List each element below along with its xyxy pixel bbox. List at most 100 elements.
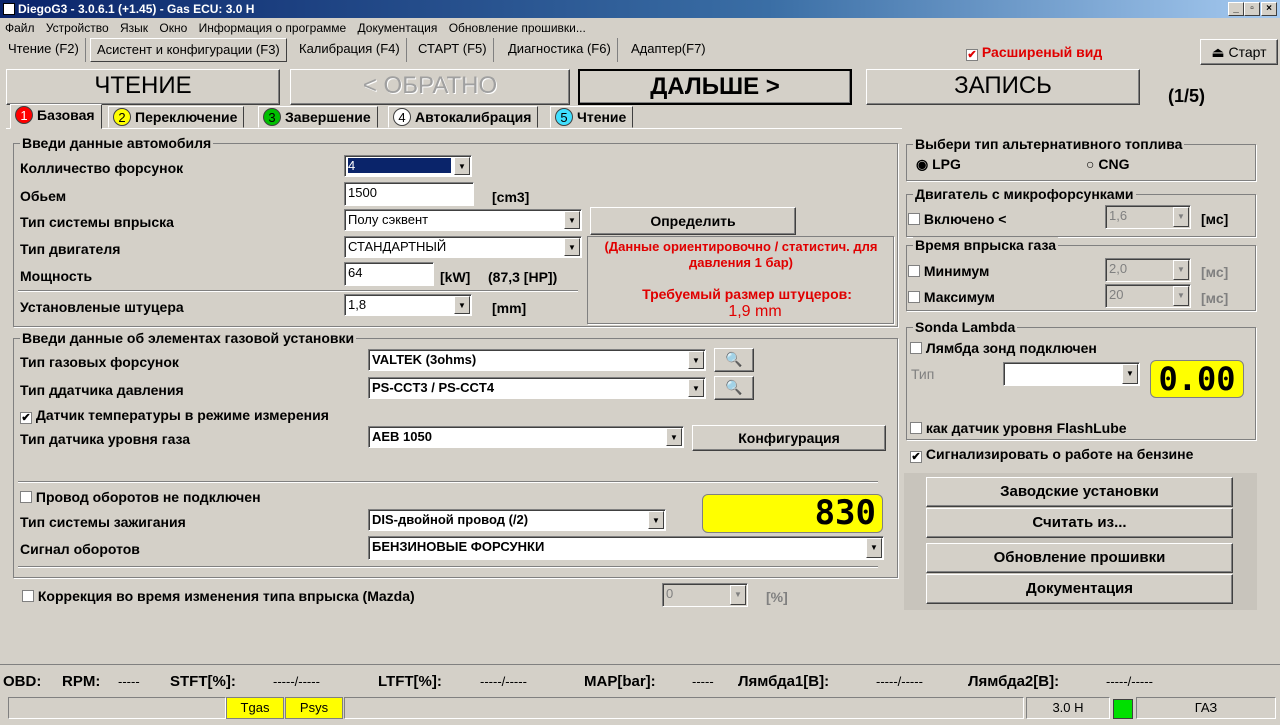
pressure-sensor-search-button[interactable]: 🔍 — [714, 376, 754, 400]
ltft-label: LTFT[%]: — [378, 673, 442, 690]
maximize-button[interactable]: ▫ — [1244, 2, 1260, 16]
required-nozzle-value: 1,9 mm — [728, 303, 782, 320]
subtab-basic[interactable]: 1 Базовая — [10, 104, 102, 129]
lambda-connected-toggle[interactable]: Лямбда зонд подключен — [910, 339, 1097, 357]
chevron-down-icon[interactable]: ▼ — [564, 211, 580, 229]
menu-language[interactable]: Язык — [120, 21, 148, 35]
chevron-down-icon[interactable]: ▼ — [648, 511, 664, 529]
menu-firmware[interactable]: Обновление прошивки... — [449, 21, 586, 35]
subtab-reading[interactable]: 5 Чтение — [550, 106, 634, 128]
extended-view-toggle[interactable]: ✔ Расширеный вид — [966, 44, 1102, 61]
close-button[interactable]: × — [1261, 2, 1277, 16]
rpm-display: 830 — [702, 494, 883, 533]
tab-assistant[interactable]: Асистент и конфигурации (F3) — [90, 38, 287, 62]
documentation-button[interactable]: Документация — [926, 574, 1233, 604]
mazda-correction-checkbox[interactable] — [22, 590, 34, 602]
configuration-button[interactable]: Конфигурация — [692, 425, 886, 451]
flashlube-checkbox[interactable] — [910, 422, 922, 434]
engine-select[interactable]: СТАНДАРТНЫЙ ▼ — [344, 236, 582, 258]
menu-window[interactable]: Окно — [159, 21, 187, 35]
cng-radio[interactable]: ○ CNG — [1086, 155, 1129, 173]
tab-start[interactable]: СТАРТ (F5) — [412, 38, 494, 62]
minimize-button[interactable]: _ — [1228, 2, 1244, 16]
gas-time-max-toggle[interactable]: Максимум — [908, 288, 995, 306]
factory-settings-button[interactable]: Заводские установки — [926, 477, 1233, 507]
injection-select[interactable]: Полу сэквент ▼ — [344, 209, 582, 231]
radio-selected-icon[interactable]: ◉ — [916, 156, 928, 172]
gas-level-select[interactable]: AEB 1050 ▼ — [368, 426, 684, 448]
read-from-button[interactable]: Считать из... — [926, 508, 1233, 538]
rpm-wire-checkbox[interactable] — [20, 491, 32, 503]
gas-time-max-unit: [мс] — [1201, 290, 1229, 306]
injectors-select[interactable]: 4 ▼ — [344, 155, 472, 177]
tab-adapter[interactable]: Адаптер(F7) — [625, 38, 712, 62]
chevron-down-icon[interactable]: ▼ — [454, 296, 470, 314]
menu-docs[interactable]: Документация — [358, 21, 438, 35]
chevron-down-icon[interactable]: ▼ — [1173, 260, 1189, 280]
separator — [18, 481, 878, 483]
micro-enabled-toggle[interactable]: Включено < — [908, 210, 1006, 228]
tab-diagnostics[interactable]: Диагностика (F6) — [502, 38, 618, 62]
next-button[interactable]: ДАЛЬШЕ > — [578, 69, 852, 105]
firmware-update-button[interactable]: Обновление прошивки — [926, 543, 1233, 573]
tab-read[interactable]: Чтение (F2) — [2, 38, 86, 62]
chevron-down-icon[interactable]: ▼ — [666, 428, 682, 446]
gas-time-max-select[interactable]: 20 ▼ — [1105, 284, 1191, 308]
pressure-sensor-select[interactable]: PS-CCT3 / PS-CCT4 ▼ — [368, 377, 706, 399]
micro-injector-title: Двигатель с микрофорсунками — [913, 186, 1136, 202]
power-input[interactable]: 64 — [344, 262, 434, 286]
volume-input[interactable]: 1500 — [344, 182, 474, 206]
chevron-down-icon[interactable]: ▼ — [688, 379, 704, 397]
temp-sensor-checkbox[interactable]: ✔ — [20, 412, 32, 424]
determine-button[interactable]: Определить — [590, 207, 796, 235]
menu-file[interactable]: Файл — [5, 21, 35, 35]
chevron-down-icon[interactable]: ▼ — [454, 157, 470, 175]
engine-label: Тип двигателя — [20, 241, 121, 257]
temp-sensor-toggle[interactable]: ✔ Датчик температуры в режиме измерения — [20, 406, 329, 424]
lambda-connected-checkbox[interactable] — [910, 342, 922, 354]
read-button[interactable]: ЧТЕНИЕ — [6, 69, 280, 105]
chevron-down-icon[interactable]: ▼ — [1173, 286, 1189, 306]
gas-injector-search-button[interactable]: 🔍 — [714, 348, 754, 372]
nozzle-select[interactable]: 1,8 ▼ — [344, 294, 472, 316]
micro-value-select[interactable]: 1,6 ▼ — [1105, 205, 1191, 229]
back-button[interactable]: < ОБРАТНО — [290, 69, 570, 105]
lambda-type-select[interactable]: ▼ — [1003, 362, 1140, 386]
petrol-signal-toggle[interactable]: ✔ Сигнализировать о работе на бензине — [910, 445, 1193, 463]
gas-time-max-checkbox[interactable] — [908, 291, 920, 303]
gas-injector-select[interactable]: VALTEK (3ohms) ▼ — [368, 349, 706, 371]
rpm-signal-select[interactable]: БЕНЗИНОВЫЕ ФОРСУНКИ ▼ — [368, 536, 884, 560]
radio-empty-icon[interactable]: ○ — [1086, 156, 1094, 172]
write-button[interactable]: ЗАПИСЬ — [866, 69, 1140, 105]
lpg-radio[interactable]: ◉ LPG — [916, 155, 961, 173]
rpm-wire-toggle[interactable]: Провод оборотов не подключен — [20, 488, 261, 506]
gas-time-min-checkbox[interactable] — [908, 265, 920, 277]
gas-time-min-select[interactable]: 2,0 ▼ — [1105, 258, 1191, 282]
chevron-down-icon[interactable]: ▼ — [688, 351, 704, 369]
chevron-down-icon[interactable]: ▼ — [564, 238, 580, 256]
menu-device[interactable]: Устройство — [46, 21, 109, 35]
connection-led — [1113, 699, 1133, 719]
ignition-select[interactable]: DIS-двойной провод (/2) ▼ — [368, 509, 666, 531]
subtab-autocalibration[interactable]: 4 Автокалибрация — [388, 106, 539, 128]
micro-enabled-checkbox[interactable] — [908, 213, 920, 225]
start-button[interactable]: ⏏ Старт — [1200, 39, 1278, 65]
subtab-switching[interactable]: 2 Переключение — [108, 106, 245, 128]
flashlube-toggle[interactable]: как датчик уровня FlashLube — [910, 419, 1127, 437]
subtab-finish[interactable]: 3 Завершение — [258, 106, 378, 128]
power-unit: [kW] — [440, 269, 471, 285]
power-hp: (87,3 [HP]) — [488, 269, 558, 285]
gas-time-min-toggle[interactable]: Минимум — [908, 262, 989, 280]
mazda-correction-toggle[interactable]: Коррекция во время изменения типа впрыск… — [22, 587, 415, 605]
petrol-signal-checkbox[interactable]: ✔ — [910, 451, 922, 463]
chevron-down-icon[interactable]: ▼ — [1122, 364, 1138, 384]
extended-view-checkbox[interactable]: ✔ — [966, 49, 978, 61]
chevron-down-icon[interactable]: ▼ — [1173, 207, 1189, 227]
chevron-down-icon[interactable]: ▼ — [866, 538, 882, 558]
menu-about[interactable]: Информация о программе — [199, 21, 347, 35]
status-cell — [8, 697, 226, 719]
tab-calibration[interactable]: Калибрация (F4) — [293, 38, 407, 62]
psys-indicator: Psys — [285, 697, 343, 719]
chevron-down-icon[interactable]: ▼ — [730, 585, 746, 605]
mazda-correction-select[interactable]: 0 ▼ — [662, 583, 748, 607]
